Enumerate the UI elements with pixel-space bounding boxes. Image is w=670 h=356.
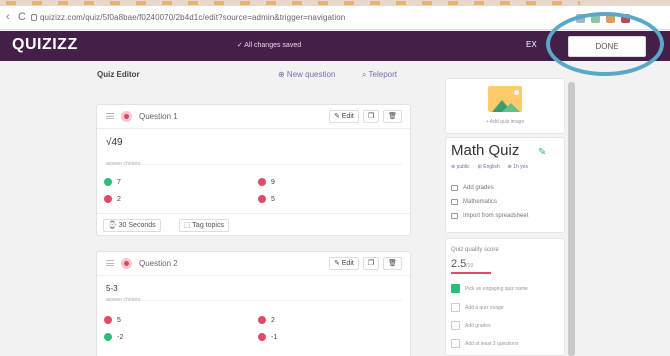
question-card: Question 1 ✎ Edit ❐ 🗑 √49 answer choices… bbox=[96, 104, 411, 236]
answer-text: 5 bbox=[271, 195, 275, 203]
unchecked-box-icon bbox=[451, 321, 460, 330]
edit-button[interactable]: ✎ Edit bbox=[328, 257, 359, 270]
quiz-name[interactable]: Math Quiz bbox=[451, 142, 519, 159]
grades-icon bbox=[451, 185, 458, 191]
unchecked-box-icon bbox=[451, 303, 460, 312]
new-question-button[interactable]: ⊕ New question bbox=[278, 70, 335, 79]
quiz-meta: ⊕ public ⊞ English ⊕ 1h yes bbox=[451, 164, 528, 170]
answer-option: -2 bbox=[104, 333, 123, 341]
quality-bar bbox=[451, 272, 491, 274]
spreadsheet-icon bbox=[451, 213, 458, 219]
answer-text: 9 bbox=[271, 178, 275, 186]
multiple-choice-icon bbox=[121, 258, 132, 269]
question-card: Question 2 ✎ Edit ❐ 🗑 5-3 answer choices… bbox=[96, 251, 411, 356]
edit-button[interactable]: ✎ Edit bbox=[328, 110, 359, 123]
answer-option: 2 bbox=[104, 195, 121, 203]
save-status: ✓ All changes saved bbox=[236, 42, 302, 49]
grade-badge[interactable]: ⊕ 1h yes bbox=[508, 164, 528, 170]
answer-text: 2 bbox=[271, 316, 275, 324]
page-title: Quiz Editor bbox=[97, 70, 140, 79]
question-label: Question 2 bbox=[139, 259, 178, 268]
link-label: Mathematics bbox=[463, 199, 498, 205]
delete-icon[interactable]: 🗑 bbox=[383, 257, 402, 270]
question-text: 5-3 bbox=[106, 284, 118, 293]
checklist-label: Pick an engaging quiz name bbox=[465, 285, 528, 292]
answer-text: -2 bbox=[117, 333, 124, 341]
teleport-button[interactable]: ⌕ Teleport bbox=[362, 70, 397, 80]
link-label: Import from spreadsheet bbox=[463, 213, 529, 219]
answer-option: 9 bbox=[258, 178, 275, 186]
incorrect-indicator-icon bbox=[258, 316, 266, 324]
duplicate-icon[interactable]: ❐ bbox=[362, 257, 380, 270]
drag-handle-icon[interactable] bbox=[106, 260, 114, 266]
visibility-badge[interactable]: ⊕ public bbox=[451, 164, 470, 170]
tag-topics-button[interactable]: ⬚ Tag topics bbox=[179, 219, 229, 232]
sun-icon bbox=[514, 90, 519, 95]
question-footer: ⌚ 30 Seconds ⬚ Tag topics bbox=[97, 213, 410, 235]
book-icon bbox=[451, 199, 458, 205]
incorrect-indicator-icon bbox=[258, 333, 266, 341]
question-header: Question 2 ✎ Edit ❐ 🗑 bbox=[97, 252, 410, 276]
add-image-link[interactable]: + Add quiz image bbox=[445, 119, 565, 125]
drag-handle-icon[interactable] bbox=[106, 113, 114, 119]
checklist-label: Add at least 3 questions bbox=[465, 340, 519, 347]
answer-option: 7 bbox=[104, 178, 121, 186]
edit-name-icon[interactable]: ✎ bbox=[538, 147, 546, 158]
checklist-label: Add a quiz image bbox=[465, 304, 504, 311]
answer-option: 2 bbox=[258, 316, 275, 324]
question-text: √49 bbox=[106, 137, 123, 148]
reload-icon[interactable]: C bbox=[18, 11, 26, 23]
question-header: Question 1 ✎ Edit ❐ 🗑 bbox=[97, 105, 410, 129]
quality-max: /10 bbox=[466, 263, 474, 269]
incorrect-indicator-icon bbox=[104, 195, 112, 203]
checklist-item[interactable]: Add a quiz image bbox=[451, 303, 504, 312]
answer-option: -1 bbox=[258, 333, 277, 341]
delete-icon[interactable]: 🗑 bbox=[383, 110, 402, 123]
lock-icon bbox=[31, 14, 37, 21]
question-tools: ✎ Edit ❐ 🗑 bbox=[328, 257, 402, 270]
add-grades-link[interactable]: Add grades bbox=[451, 185, 494, 191]
answer-option: 5 bbox=[258, 195, 275, 203]
answers-label: answer choices bbox=[106, 297, 402, 303]
time-select[interactable]: ⌚ 30 Seconds bbox=[103, 219, 161, 232]
browser-tabs[interactable] bbox=[6, 1, 580, 5]
checklist-item[interactable]: Pick an engaging quiz name bbox=[451, 284, 528, 293]
checklist-item[interactable]: Add grades bbox=[451, 321, 491, 330]
incorrect-indicator-icon bbox=[258, 178, 266, 186]
answer-text: 2 bbox=[117, 195, 121, 203]
correct-indicator-icon bbox=[104, 333, 112, 341]
answer-text: 7 bbox=[117, 178, 121, 186]
scrollbar[interactable] bbox=[568, 82, 575, 356]
answer-option: 5 bbox=[104, 316, 121, 324]
multiple-choice-icon bbox=[121, 111, 132, 122]
quality-value: 2.5 bbox=[451, 258, 467, 270]
highlight-annotation bbox=[546, 12, 664, 76]
answer-text: -1 bbox=[271, 333, 278, 341]
answers-label: answer choices bbox=[106, 161, 402, 167]
screen: ‹ C quizizz.com/quiz/5f0a8bae/f0240070/2… bbox=[0, 0, 670, 356]
checklist-label: Add grades bbox=[465, 322, 491, 329]
duplicate-icon[interactable]: ❐ bbox=[362, 110, 380, 123]
quality-title: Quiz quality score bbox=[451, 247, 499, 253]
back-icon[interactable]: ‹ bbox=[6, 11, 10, 23]
import-spreadsheet-link[interactable]: Import from spreadsheet bbox=[451, 213, 528, 219]
unchecked-box-icon bbox=[451, 339, 460, 348]
checked-box-icon bbox=[451, 284, 460, 293]
link-label: Add grades bbox=[463, 185, 494, 191]
checklist-item[interactable]: Add at least 3 questions bbox=[451, 339, 518, 348]
exit-button[interactable]: EX bbox=[526, 40, 537, 49]
answer-text: 5 bbox=[117, 316, 121, 324]
subject-link[interactable]: Mathematics bbox=[451, 199, 497, 205]
question-tools: ✎ Edit ❐ 🗑 bbox=[328, 110, 402, 123]
incorrect-indicator-icon bbox=[104, 316, 112, 324]
incorrect-indicator-icon bbox=[258, 195, 266, 203]
quality-score: 2.5/10 bbox=[451, 258, 473, 270]
url-field[interactable]: quizizz.com/quiz/5f0a8bae/f0240070/2b4d1… bbox=[40, 13, 345, 22]
question-label: Question 1 bbox=[139, 112, 178, 121]
correct-indicator-icon bbox=[104, 178, 112, 186]
language-badge[interactable]: ⊞ English bbox=[478, 164, 500, 170]
